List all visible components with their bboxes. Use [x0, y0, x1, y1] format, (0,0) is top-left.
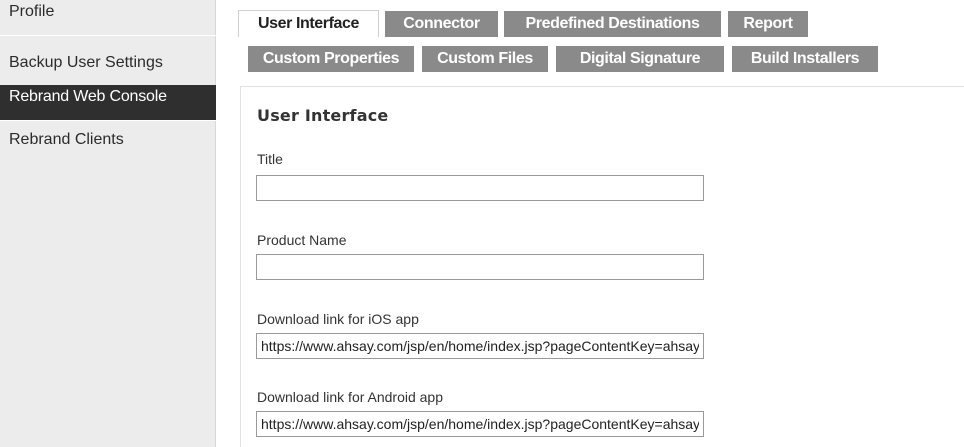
- tab-user-interface[interactable]: User Interface: [238, 10, 379, 37]
- android-download-link-input[interactable]: [256, 411, 704, 437]
- tab-label: Build Installers: [750, 50, 860, 67]
- tab-report[interactable]: Report: [728, 11, 808, 37]
- sidebar: Profile Backup User Settings Rebrand Web…: [0, 0, 216, 447]
- android-download-link-label: Download link for Android app: [257, 389, 444, 405]
- sidebar-item-backup-user-settings[interactable]: Backup User Settings: [0, 51, 216, 86]
- title-input[interactable]: [256, 175, 704, 201]
- tab-build-installers[interactable]: Build Installers: [732, 46, 878, 72]
- tab-predefined-destinations[interactable]: Predefined Destinations: [504, 11, 721, 37]
- tab-label: Custom Properties: [262, 50, 400, 67]
- tab-connector[interactable]: Connector: [385, 11, 498, 37]
- ios-download-link-input[interactable]: [256, 333, 704, 359]
- sidebar-item-profile[interactable]: Profile: [0, 0, 216, 36]
- sidebar-item-label: Profile: [9, 3, 55, 20]
- product-name-input[interactable]: [256, 254, 704, 280]
- tab-label: User Interface: [257, 15, 360, 32]
- title-label: Title: [257, 151, 283, 167]
- tab-label: Predefined Destinations: [525, 15, 700, 32]
- user-interface-panel: User Interface Title Product Name Downlo…: [240, 86, 964, 447]
- sidebar-item-label: Backup User Settings: [9, 54, 163, 71]
- tab-label: Connector: [403, 15, 480, 32]
- ios-download-link-label: Download link for iOS app: [257, 311, 419, 327]
- tab-digital-signature[interactable]: Digital Signature: [556, 46, 724, 72]
- sidebar-item-rebrand-web-console[interactable]: Rebrand Web Console: [0, 85, 216, 121]
- panel-title: User Interface: [257, 106, 389, 125]
- tab-custom-files[interactable]: Custom Files: [422, 46, 548, 72]
- tab-label: Digital Signature: [579, 50, 701, 67]
- sidebar-item-label: Rebrand Clients: [9, 131, 124, 148]
- tab-custom-properties[interactable]: Custom Properties: [248, 46, 414, 72]
- sidebar-item-label: Rebrand Web Console: [9, 88, 167, 105]
- product-name-label: Product Name: [257, 232, 347, 248]
- tab-label: Report: [743, 15, 793, 32]
- sidebar-item-rebrand-clients[interactable]: Rebrand Clients: [0, 128, 216, 164]
- tab-label: Custom Files: [437, 50, 533, 67]
- tab-bar: User Interface Connector Predefined Dest…: [216, 0, 964, 80]
